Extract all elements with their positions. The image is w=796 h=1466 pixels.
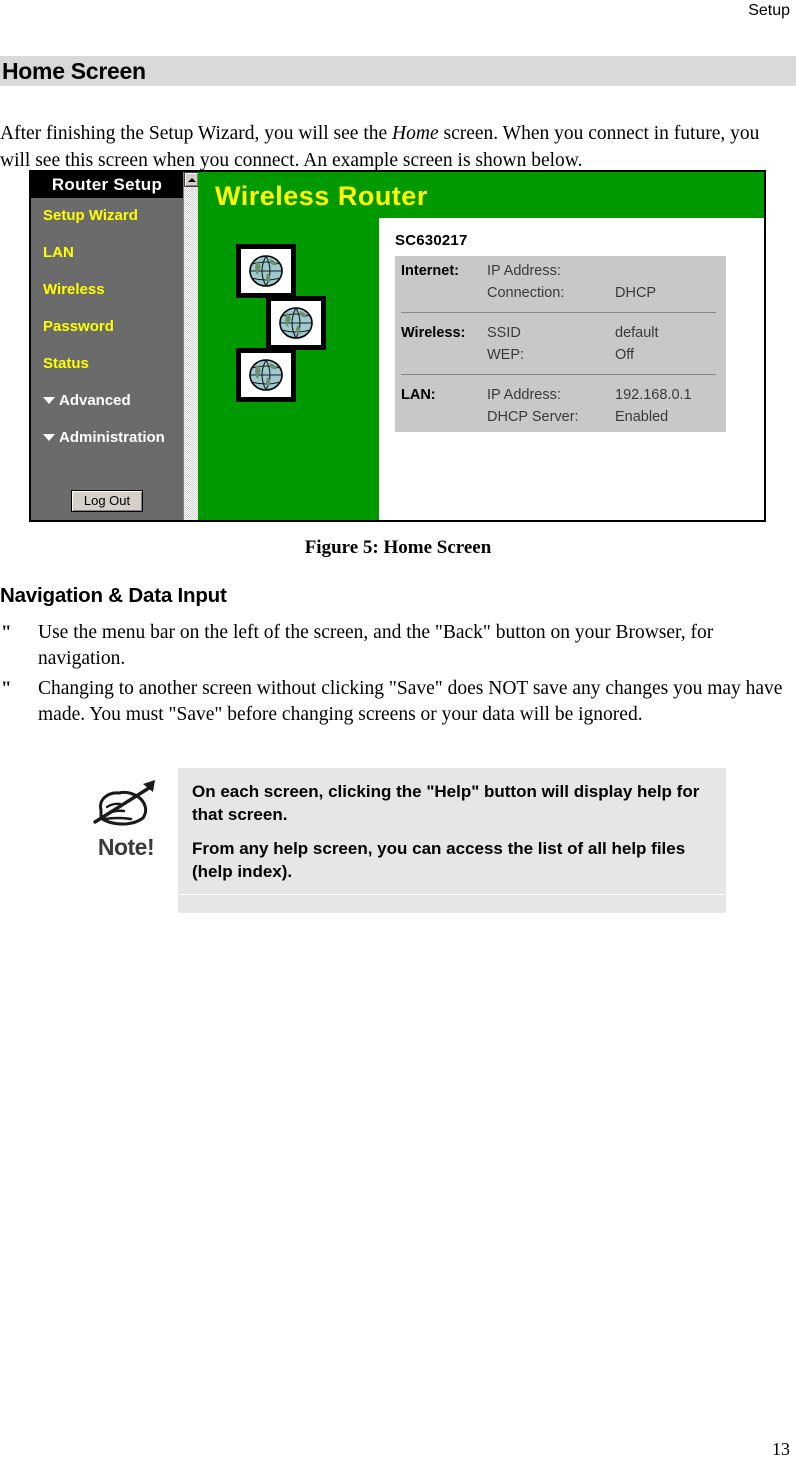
router-home-screenshot: Router Setup Setup Wizard LAN Wireless P… (29, 170, 766, 522)
note-paragraph-2: From any help screen, you can access the… (192, 839, 686, 881)
sidebar-item-administration[interactable]: Administration (31, 430, 183, 446)
note-paragraph-1: On each screen, clicking the "Help" butt… (192, 782, 700, 824)
globe-icon-1 (236, 244, 296, 298)
sidebar-item-label: Administration (59, 429, 165, 446)
status-key: WEP: (487, 347, 525, 363)
sidebar-item-wireless[interactable]: Wireless (31, 282, 183, 298)
sidebar-item-advanced[interactable]: Advanced (31, 393, 183, 409)
sidebar-item-label: Wireless (43, 281, 105, 298)
note-callout: Note! On each screen, clicking the "Help… (70, 768, 730, 913)
sidebar-item-label: Status (43, 355, 89, 372)
intro-text-before: After finishing the Setup Wizard, you wi… (0, 122, 393, 144)
table-row: Wireless: SSID default (395, 318, 726, 344)
status-separator-row (395, 308, 726, 318)
sidebar-scrollbar[interactable] (183, 172, 199, 520)
log-out-button[interactable]: Log Out (70, 490, 144, 512)
status-separator (395, 370, 726, 380)
sidebar-item-label: Password (43, 318, 114, 335)
bullet-marker: " (1, 622, 12, 643)
list-item-text: Use the menu bar on the left of the scre… (38, 622, 714, 669)
status-key: IP Address: (487, 263, 561, 279)
running-head-text: Setup (748, 2, 790, 19)
status-value: default (615, 325, 659, 341)
status-key: SSID (487, 325, 521, 341)
globe-icon (279, 307, 313, 339)
status-group-label: LAN: (401, 387, 436, 403)
status-key: Connection: (487, 285, 565, 301)
status-table: Internet: IP Address: Connection: DHCP W… (395, 256, 726, 432)
note-label: Note! (97, 834, 155, 860)
list-item-text: Changing to another screen without click… (38, 678, 783, 725)
router-green-area: Wireless Router SC630217 Internet: IP Ad… (198, 172, 764, 520)
router-sidebar: Router Setup Setup Wizard LAN Wireless P… (31, 172, 183, 520)
table-row: WEP: Off (395, 344, 726, 370)
table-row: Internet: IP Address: (395, 256, 726, 282)
table-row: DHCP Server: Enabled (395, 406, 726, 432)
list-item: " Use the menu bar on the left of the sc… (0, 620, 796, 672)
sidebar-titlebar: Router Setup (31, 172, 183, 198)
status-value: 192.168.0.1 (615, 387, 692, 403)
sidebar-item-lan[interactable]: LAN (31, 245, 183, 261)
note-text-box: On each screen, clicking the "Help" butt… (178, 768, 726, 913)
status-separator-row (395, 370, 726, 380)
status-group-label: Wireless: (401, 325, 466, 341)
status-separator (395, 308, 726, 318)
router-banner-title: Wireless Router (215, 181, 428, 211)
sidebar-item-setup-wizard[interactable]: Setup Wizard (31, 208, 183, 224)
page-number: 13 (772, 1439, 790, 1459)
status-group-label-spacer (395, 406, 487, 432)
navigation-bullet-list: " Use the menu bar on the left of the sc… (0, 620, 796, 732)
sidebar-item-label: Advanced (59, 392, 131, 409)
chevron-down-icon (43, 434, 55, 441)
status-group-label: Internet: (401, 263, 459, 279)
page-title: Home Screen (2, 58, 146, 84)
globe-icon (249, 359, 283, 391)
intro-paragraph: After finishing the Setup Wizard, you wi… (0, 120, 790, 174)
sidebar-item-label: Setup Wizard (43, 207, 138, 224)
globe-icon-2 (266, 296, 326, 350)
sidebar-item-password[interactable]: Password (31, 319, 183, 335)
status-value: Off (615, 347, 635, 363)
status-value (615, 256, 726, 282)
sidebar-menu-list: Setup Wizard LAN Wireless Password Statu… (31, 198, 183, 446)
chevron-down-icon (43, 397, 55, 404)
device-host-name: SC630217 (395, 232, 468, 249)
hand-with-pen-icon (93, 780, 155, 826)
status-value: DHCP (615, 285, 657, 301)
running-header: Setup (0, 0, 796, 28)
globe-icon-3 (236, 348, 296, 402)
sidebar-item-status[interactable]: Status (31, 356, 183, 372)
figure-caption: Figure 5: Home Screen (304, 537, 492, 558)
status-group-label-spacer (395, 344, 487, 370)
globe-icon (249, 255, 283, 287)
table-row: LAN: IP Address: 192.168.0.1 (395, 380, 726, 406)
note-icon-group: Note! (78, 778, 174, 860)
status-key: DHCP Server: (487, 409, 579, 425)
status-group-label-spacer (395, 282, 487, 308)
intro-text-italic: Home (392, 122, 439, 144)
scroll-up-arrow-icon[interactable] (184, 172, 199, 187)
router-content-panel: SC630217 Internet: IP Address: Connectio… (379, 218, 764, 520)
subsection-heading: Navigation & Data Input (0, 584, 227, 607)
list-item: " Changing to another screen without cli… (0, 676, 796, 728)
status-value: Enabled (615, 409, 669, 425)
router-status-block: SC630217 Internet: IP Address: Connectio… (395, 232, 726, 432)
globe-icon-column (198, 218, 379, 520)
sidebar-item-label: LAN (43, 244, 74, 261)
note-spacer (178, 895, 726, 913)
status-key: IP Address: (487, 387, 561, 403)
bullet-marker: " (1, 678, 12, 699)
section-heading-band: Home Screen (0, 56, 796, 86)
table-row: Connection: DHCP (395, 282, 726, 308)
logout-area: Log Out (31, 490, 183, 512)
